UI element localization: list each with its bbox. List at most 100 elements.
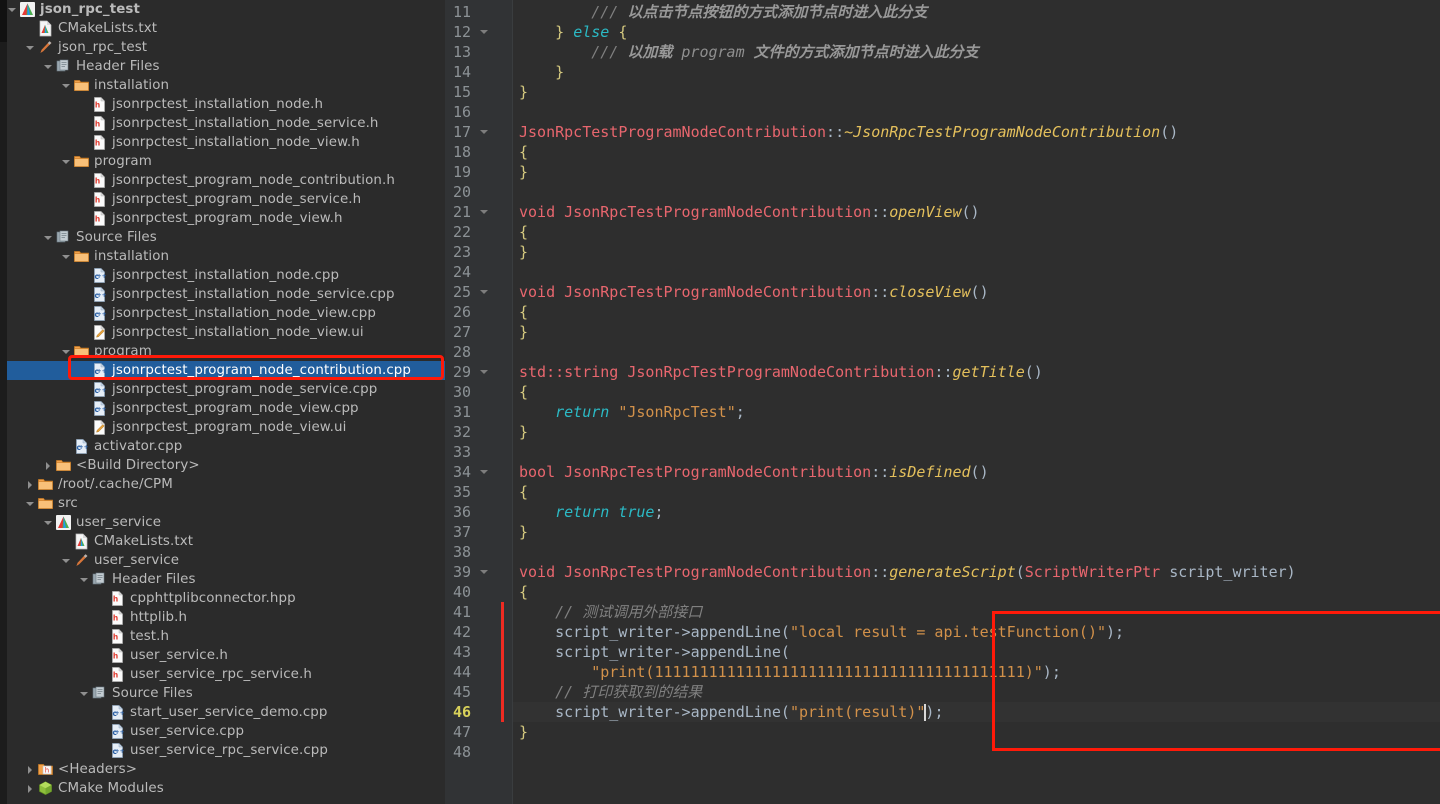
tree-item[interactable]: h <Headers> — [7, 760, 445, 779]
chevron-down-icon[interactable] — [7, 0, 19, 19]
chevron-down-icon[interactable] — [61, 76, 73, 95]
chevron-right-icon[interactable] — [25, 760, 37, 779]
code-line[interactable] — [513, 102, 519, 122]
tree-scrollbar-thumb[interactable] — [0, 0, 7, 42]
tree-item[interactable]: h user_service.h — [7, 646, 445, 665]
code-line[interactable]: } — [513, 322, 528, 342]
line-number[interactable]: 14 — [445, 62, 471, 82]
code-line[interactable]: script_writer->appendLine("local result … — [513, 622, 1124, 642]
line-number[interactable]: 40 — [445, 582, 471, 602]
code-fold-toggle-icon[interactable] — [479, 122, 491, 142]
code-line[interactable] — [513, 742, 519, 762]
tree-item[interactable]: h jsonrpctest_installation_node_service.h — [7, 114, 445, 133]
tree-item[interactable]: Source Files — [7, 228, 445, 247]
tree-item[interactable]: c ++ user_service.cpp — [7, 722, 445, 741]
line-number[interactable]: 41 — [445, 602, 471, 622]
tree-item[interactable]: Header Files — [7, 57, 445, 76]
tree-item[interactable]: c ++ jsonrpctest_installation_node_view.cp… — [7, 304, 445, 323]
code-text-area[interactable]: /// 以点击节点按钮的方式添加节点时进入此分支 } else { /// 以加… — [513, 0, 1440, 804]
code-fold-toggle-icon[interactable] — [479, 462, 491, 482]
code-fold-toggle-icon[interactable] — [479, 362, 491, 382]
tree-item[interactable]: installation — [7, 76, 445, 95]
tree-item[interactable]: json_rpc_test — [7, 38, 445, 57]
tree-item[interactable]: c ++ jsonrpctest_program_node_service.cpp — [7, 380, 445, 399]
tree-item[interactable]: json_rpc_test — [7, 0, 445, 19]
code-line[interactable]: { — [513, 582, 528, 602]
tree-item[interactable]: CMake Modules — [7, 779, 445, 798]
code-line[interactable]: } — [513, 82, 528, 102]
code-line[interactable]: } — [513, 162, 528, 182]
tree-item[interactable]: c ++ activator.cpp — [7, 437, 445, 456]
line-number[interactable]: 17 — [445, 122, 471, 142]
code-fold-toggle-icon[interactable] — [479, 202, 491, 222]
tree-item[interactable]: Header Files — [7, 570, 445, 589]
line-number[interactable]: 43 — [445, 642, 471, 662]
line-number[interactable]: 28 — [445, 342, 471, 362]
tree-item[interactable]: user_service — [7, 551, 445, 570]
chevron-down-icon[interactable] — [61, 247, 73, 266]
project-tree-panel[interactable]: json_rpc_test CMakeLists.txt json_rpc_test… — [0, 0, 445, 804]
code-line[interactable]: bool JsonRpcTestProgramNodeContribution:… — [513, 462, 989, 482]
line-number[interactable]: 42 — [445, 622, 471, 642]
line-number[interactable]: 23 — [445, 242, 471, 262]
line-number[interactable]: 47 — [445, 722, 471, 742]
line-number[interactable]: 19 — [445, 162, 471, 182]
code-line[interactable]: { — [513, 302, 528, 322]
line-number[interactable]: 27 — [445, 322, 471, 342]
tree-item[interactable]: CMakeLists.txt — [7, 532, 445, 551]
line-number[interactable]: 11 — [445, 2, 471, 22]
code-line[interactable]: "print(111111111111111111111111111111111… — [513, 662, 1061, 682]
code-fold-toggle-icon[interactable] — [479, 282, 491, 302]
tree-item[interactable]: user_service — [7, 513, 445, 532]
line-number[interactable]: 26 — [445, 302, 471, 322]
line-number[interactable]: 32 — [445, 422, 471, 442]
tree-item[interactable]: jsonrpctest_installation_node_view.ui — [7, 323, 445, 342]
code-line[interactable] — [513, 442, 519, 462]
tree-item[interactable]: c ++ jsonrpctest_program_node_view.cpp — [7, 399, 445, 418]
chevron-down-icon[interactable] — [61, 342, 73, 361]
line-number[interactable]: 25 — [445, 282, 471, 302]
code-line[interactable]: return true; — [513, 502, 663, 522]
chevron-right-icon[interactable] — [25, 779, 37, 798]
line-number[interactable]: 31 — [445, 402, 471, 422]
code-fold-toggle-icon[interactable] — [479, 22, 491, 42]
line-number[interactable]: 18 — [445, 142, 471, 162]
line-number[interactable]: 39 — [445, 562, 471, 582]
code-line[interactable]: } — [513, 722, 528, 742]
line-number[interactable]: 44 — [445, 662, 471, 682]
tree-item[interactable]: h cpphttplibconnector.hpp — [7, 589, 445, 608]
line-number[interactable]: 46 — [445, 702, 471, 722]
tree-item[interactable]: h httplib.h — [7, 608, 445, 627]
line-number[interactable]: 33 — [445, 442, 471, 462]
line-number[interactable]: 22 — [445, 222, 471, 242]
tree-item[interactable]: c ++ jsonrpctest_installation_node_service… — [7, 285, 445, 304]
chevron-down-icon[interactable] — [79, 570, 91, 589]
tree-item[interactable]: src — [7, 494, 445, 513]
code-line[interactable]: JsonRpcTestProgramNodeContribution::~Jso… — [513, 122, 1178, 142]
line-number[interactable]: 37 — [445, 522, 471, 542]
code-line[interactable]: void JsonRpcTestProgramNodeContribution:… — [513, 202, 980, 222]
code-line[interactable]: { — [513, 222, 528, 242]
chevron-right-icon[interactable] — [43, 456, 55, 475]
tree-item[interactable]: /root/.cache/CPM — [7, 475, 445, 494]
tree-scrollbar-track[interactable] — [0, 0, 7, 804]
code-line[interactable] — [513, 542, 519, 562]
tree-item[interactable]: c ++ jsonrpctest_installation_node.cpp — [7, 266, 445, 285]
code-line[interactable]: } — [513, 422, 528, 442]
chevron-down-icon[interactable] — [43, 513, 55, 532]
line-number[interactable]: 30 — [445, 382, 471, 402]
tree-item[interactable]: program — [7, 152, 445, 171]
code-line[interactable]: } — [513, 522, 528, 542]
tree-item[interactable]: h jsonrpctest_program_node_contribution.h — [7, 171, 445, 190]
code-line[interactable]: void JsonRpcTestProgramNodeContribution:… — [513, 282, 989, 302]
code-line[interactable]: void JsonRpcTestProgramNodeContribution:… — [513, 562, 1296, 582]
code-line[interactable]: } else { — [513, 22, 627, 42]
chevron-down-icon[interactable] — [43, 57, 55, 76]
tree-item[interactable]: h test.h — [7, 627, 445, 646]
tree-item[interactable]: h jsonrpctest_installation_node_view.h — [7, 133, 445, 152]
tree-item[interactable]: h jsonrpctest_installation_node.h — [7, 95, 445, 114]
line-number[interactable]: 13 — [445, 42, 471, 62]
chevron-right-icon[interactable] — [25, 475, 37, 494]
chevron-down-icon[interactable] — [43, 228, 55, 247]
line-number[interactable]: 45 — [445, 682, 471, 702]
